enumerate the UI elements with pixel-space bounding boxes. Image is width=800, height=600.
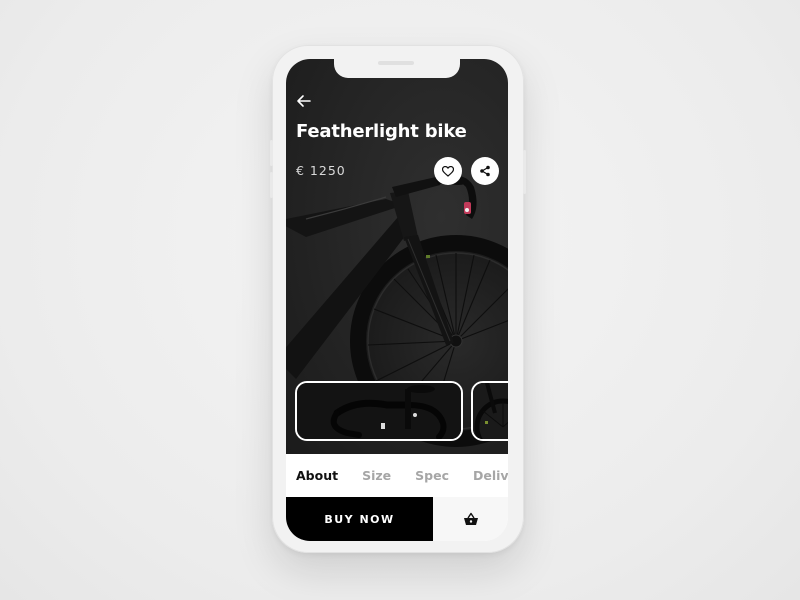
favorite-button[interactable]	[434, 157, 462, 185]
product-hero: Featherlight bike € 1250	[286, 59, 508, 454]
tab-delivery[interactable]: Delive	[473, 468, 508, 483]
phone-notch	[334, 59, 460, 78]
share-icon	[480, 165, 490, 177]
front-wheel-closeup-image	[473, 383, 508, 439]
tab-size[interactable]: Size	[362, 468, 391, 483]
phone-speaker	[378, 61, 414, 65]
phone-screen: Featherlight bike € 1250 About Size Spec…	[286, 59, 508, 541]
buy-now-button[interactable]: BUY NOW	[286, 497, 433, 541]
add-to-cart-button[interactable]	[433, 497, 508, 541]
gallery-thumbnail[interactable]	[295, 381, 463, 441]
tab-spec[interactable]: Spec	[415, 468, 449, 483]
phone-volume-down-button	[270, 172, 273, 198]
heart-icon	[442, 165, 454, 177]
product-title: Featherlight bike	[296, 121, 467, 142]
handlebar-closeup-image	[297, 383, 461, 439]
detail-tabs: About Size Spec Delive	[286, 457, 508, 493]
phone-power-button	[523, 150, 526, 194]
share-button[interactable]	[471, 157, 499, 185]
basket-icon	[463, 512, 478, 525]
back-button[interactable]	[296, 93, 314, 109]
gallery-thumbnail[interactable]	[471, 381, 508, 441]
phone-volume-up-button	[270, 140, 273, 166]
product-price: € 1250	[296, 163, 346, 178]
tab-about[interactable]: About	[296, 468, 338, 483]
arrow-left-icon	[297, 95, 311, 107]
